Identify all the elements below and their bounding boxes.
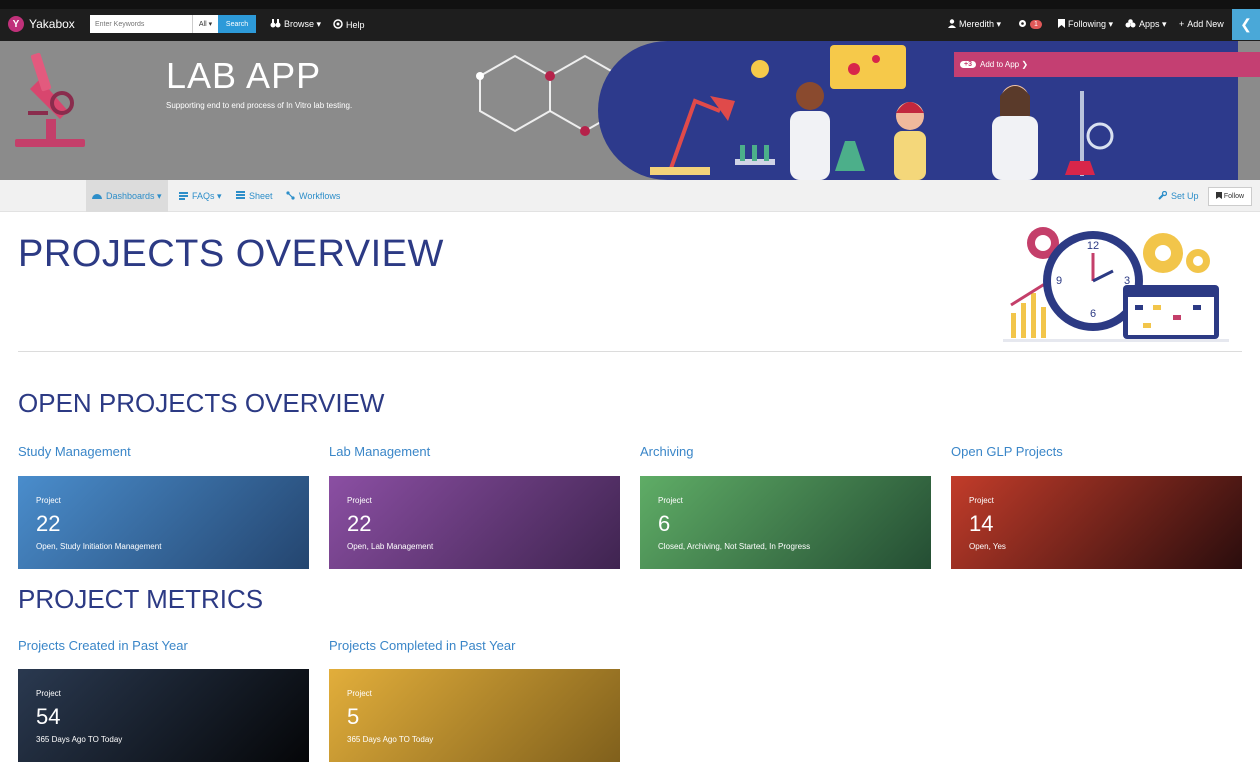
lab-management-card[interactable]: Project 22 Open, Lab Management: [329, 476, 620, 569]
search-bar: All ▾ Search: [90, 15, 256, 33]
top-navbar: Y Yakabox All ▾ Search Browse ▾ Help Mer…: [0, 0, 1260, 41]
tab-sheet-label: Sheet: [249, 191, 273, 201]
open-glp-projects-link[interactable]: Open GLP Projects: [951, 444, 1063, 459]
apps-icon: [1125, 19, 1136, 30]
lab-management-link[interactable]: Lab Management: [329, 444, 430, 459]
sheet-icon: [236, 191, 245, 201]
yakabox-logo-icon: Y: [8, 16, 24, 32]
follow-button[interactable]: Follow: [1208, 187, 1252, 206]
card-count: 22: [36, 511, 61, 536]
dashboard-icon: [92, 191, 102, 201]
bookmark-icon: [1215, 192, 1222, 201]
projects-created-link[interactable]: Projects Created in Past Year: [18, 638, 188, 653]
add-to-app-button[interactable]: +3 Add to App ❯: [954, 52, 1260, 77]
card-filter: Open, Yes: [969, 542, 1006, 551]
card-filter: 365 Days Ago TO Today: [36, 735, 123, 744]
card-kind: Project: [969, 496, 994, 505]
notification-count-badge: 1: [1030, 20, 1042, 29]
card-count: 54: [36, 704, 61, 729]
bookmark-icon: [1058, 19, 1065, 30]
chevron-left-icon: ❮: [1240, 16, 1252, 32]
tab-workflows-label: Workflows: [299, 191, 341, 201]
tab-dashboards[interactable]: Dashboards ▾: [86, 180, 168, 212]
clock-number-6: 6: [1090, 308, 1096, 320]
add-new-label: Add New: [1187, 19, 1224, 29]
app-banner: LAB APP Supporting end to end process of…: [0, 41, 1260, 180]
app-subtitle: Supporting end to end process of In Vitr…: [166, 101, 353, 110]
app-title: LAB APP: [166, 55, 322, 96]
archiving-card[interactable]: Project 6 Closed, Archiving, Not Started…: [640, 476, 931, 569]
card-count: 6: [658, 511, 671, 536]
setup-label: Set Up: [1171, 191, 1199, 201]
study-management-link[interactable]: Study Management: [18, 444, 131, 459]
help-icon: [333, 19, 343, 31]
microscope-icon: [15, 52, 85, 147]
tab-dashboards-label: Dashboards ▾: [106, 190, 162, 201]
archiving-link[interactable]: Archiving: [640, 444, 693, 459]
user-menu[interactable]: Meredith ▾: [948, 19, 1001, 30]
following-menu[interactable]: Following ▾: [1058, 19, 1113, 30]
faq-icon: [179, 191, 188, 202]
search-scope-dropdown[interactable]: All ▾: [192, 15, 218, 33]
plus-icon: +: [1179, 19, 1185, 29]
open-glp-projects-card[interactable]: Project 14 Open, Yes: [951, 476, 1242, 569]
gear-icon: [1018, 19, 1027, 30]
projects-completed-card[interactable]: Project 5 365 Days Ago TO Today: [329, 669, 620, 762]
tab-workflows[interactable]: Workflows: [286, 180, 340, 212]
add-to-app-count: +3: [960, 61, 976, 68]
binoculars-icon: [270, 19, 281, 30]
card-filter: Closed, Archiving, Not Started, In Progr…: [658, 542, 811, 551]
tab-sheet[interactable]: Sheet: [236, 180, 273, 212]
card-count: 5: [347, 704, 360, 729]
card-count: 14: [969, 511, 994, 536]
tab-faqs-label: FAQs ▾: [192, 190, 222, 201]
clock-calendar-illustration: 12 3 6 9: [1003, 227, 1229, 342]
card-kind: Project: [658, 496, 683, 505]
add-new-button[interactable]: + Add New: [1179, 19, 1224, 29]
card-kind: Project: [36, 496, 61, 505]
search-input[interactable]: [90, 15, 192, 33]
user-icon: [948, 19, 956, 30]
apps-menu[interactable]: Apps ▾: [1125, 19, 1167, 30]
browse-label: Browse ▾: [284, 19, 322, 29]
tab-faqs[interactable]: FAQs ▾: [179, 180, 222, 212]
apps-label: Apps ▾: [1139, 19, 1167, 29]
app-subnav: Dashboards ▾ FAQs ▾ Sheet Workflows Set …: [0, 180, 1260, 212]
card-kind: Project: [347, 496, 372, 505]
card-filter: Open, Study Initiation Management: [36, 542, 162, 551]
brand-logo[interactable]: Y Yakabox: [8, 16, 75, 32]
add-to-app-label: Add to App ❯: [979, 60, 1029, 69]
help-label: Help: [346, 20, 365, 30]
card-filter: 365 Days Ago TO Today: [347, 735, 434, 744]
projects-created-card[interactable]: Project 54 365 Days Ago TO Today: [18, 669, 309, 762]
clock-number-9: 9: [1056, 275, 1062, 287]
brand-name: Yakabox: [29, 17, 75, 31]
help-link[interactable]: Help: [333, 19, 365, 31]
browse-menu[interactable]: Browse ▾: [270, 19, 321, 30]
project-metrics-heading: PROJECT METRICS: [18, 584, 264, 614]
user-name: Meredith ▾: [959, 19, 1002, 29]
card-kind: Project: [36, 689, 61, 698]
follow-label: Follow: [1223, 193, 1245, 200]
page-title: PROJECTS OVERVIEW: [18, 233, 444, 275]
notifications-button[interactable]: 1: [1018, 19, 1042, 30]
title-divider: [18, 351, 1242, 352]
study-management-card[interactable]: Project 22 Open, Study Initiation Manage…: [18, 476, 309, 569]
following-label: Following ▾: [1068, 19, 1114, 29]
search-button[interactable]: Search: [218, 15, 256, 33]
card-filter: Open, Lab Management: [347, 542, 434, 551]
setup-link[interactable]: Set Up: [1158, 180, 1199, 212]
workflow-icon: [286, 190, 295, 202]
projects-completed-link[interactable]: Projects Completed in Past Year: [329, 638, 515, 653]
card-kind: Project: [347, 689, 372, 698]
sidebar-toggle-button[interactable]: ❮: [1232, 9, 1260, 40]
open-projects-heading: OPEN PROJECTS OVERVIEW: [18, 388, 385, 418]
clock-number-12: 12: [1087, 240, 1099, 252]
wrench-icon: [1158, 190, 1168, 202]
card-count: 22: [347, 511, 372, 536]
